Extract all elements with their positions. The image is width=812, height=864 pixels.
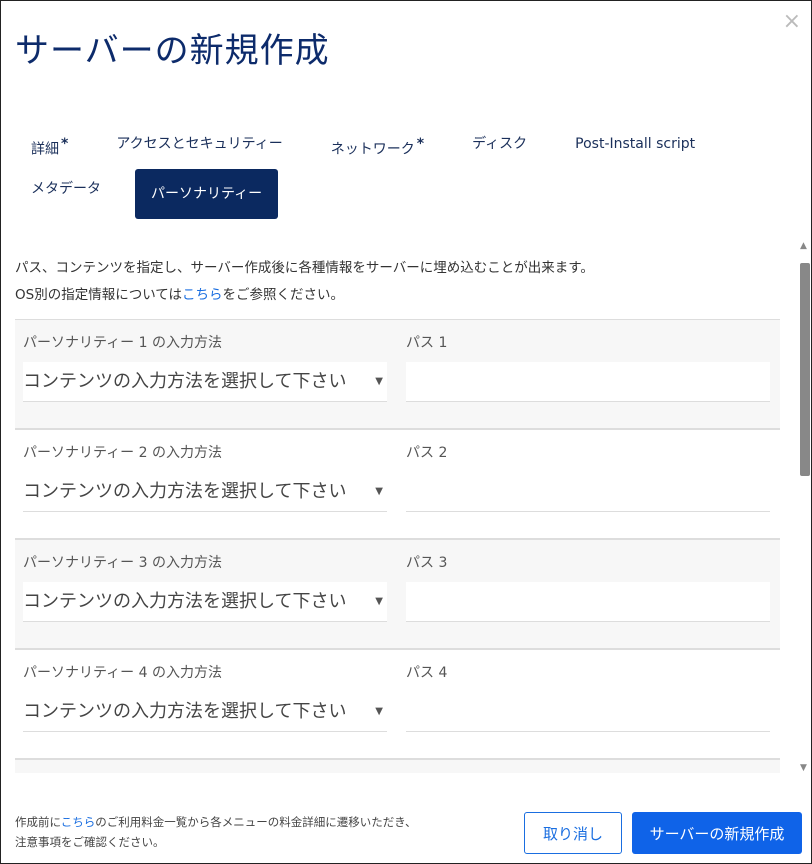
- dropdown-arrow-icon: ▼: [375, 486, 383, 497]
- dropdown-arrow-icon: ▼: [375, 376, 383, 387]
- scrollbar-thumb[interactable]: [800, 263, 810, 476]
- select-value: コンテンツの入力方法を選択して下さい: [23, 481, 347, 502]
- path-input[interactable]: [406, 582, 770, 622]
- personality-panel: パス、コンテンツを指定し、サーバー作成後に各種情報をサーバーに埋め込むことが出来…: [1, 241, 812, 773]
- select-value: コンテンツの入力方法を選択して下さい: [23, 371, 347, 392]
- content-method-select[interactable]: コンテンツの入力方法を選択して下さい ▼: [23, 582, 387, 622]
- tab-bar: 詳細 * アクセスとセキュリティー ネットワーク * ディスク Post-Insta…: [17, 129, 811, 219]
- tab-disk[interactable]: ディスク: [472, 129, 527, 159]
- tab-label: ネットワーク: [330, 141, 415, 158]
- cancel-button[interactable]: 取り消し: [524, 812, 622, 854]
- description-line: OS別の指定情報についてはこちらをご参照ください。: [15, 282, 594, 309]
- content-method-select[interactable]: コンテンツの入力方法を選択して下さい ▼: [23, 472, 387, 512]
- close-icon[interactable]: ×: [783, 9, 801, 34]
- dropdown-arrow-icon: ▼: [375, 596, 383, 607]
- note-line: 注意事項をご確認ください。: [15, 835, 165, 849]
- content-method-select[interactable]: コンテンツの入力方法を選択して下さい ▼: [23, 362, 387, 402]
- personality-row: パーソナリティー 4 の入力方法 パス 4 コンテンツの入力方法を選択して下さい…: [15, 649, 780, 760]
- tab-personality[interactable]: パーソナリティー: [135, 169, 279, 219]
- text: のご利用料金一覧から各メニューの料金詳細に遷移いただき、: [95, 815, 417, 829]
- select-value: コンテンツの入力方法を選択して下さい: [23, 701, 347, 722]
- required-marker: *: [416, 136, 425, 152]
- tab-post-install-script[interactable]: Post-Install script: [575, 129, 695, 159]
- path-label: パス 1: [406, 335, 448, 351]
- personality-row: パーソナリティー 2 の入力方法 パス 2 コンテンツの入力方法を選択して下さい…: [15, 429, 780, 540]
- method-label: パーソナリティー 2 の入力方法: [23, 445, 222, 461]
- path-label: パス 2: [406, 445, 448, 461]
- select-value: コンテンツの入力方法を選択して下さい: [23, 591, 347, 612]
- pricing-link[interactable]: こちら: [61, 815, 96, 829]
- text: OS別の指定情報については: [15, 287, 183, 303]
- path-input[interactable]: [406, 362, 770, 402]
- method-label: パーソナリティー 4 の入力方法: [23, 665, 222, 681]
- text: 作成前に: [15, 815, 61, 829]
- tab-metadata[interactable]: メタデータ: [31, 174, 101, 204]
- tab-details[interactable]: 詳細 *: [31, 129, 68, 159]
- os-info-link[interactable]: こちら: [182, 287, 223, 303]
- personality-row: パーソナリティー 1 の入力方法 パス 1 コンテンツの入力方法を選択して下さい…: [15, 319, 780, 430]
- tab-network[interactable]: ネットワーク *: [331, 129, 424, 159]
- dropdown-arrow-icon: ▼: [375, 706, 383, 717]
- content-method-select[interactable]: コンテンツの入力方法を選択して下さい ▼: [23, 692, 387, 732]
- personality-row: パーソナリティー 3 の入力方法 パス 3 コンテンツの入力方法を選択して下さい…: [15, 539, 780, 650]
- dialog-title: サーバーの新規作成: [15, 31, 330, 71]
- pricing-note: 作成前にこちらのご利用料金一覧から各メニューの料金詳細に遷移いただき、 注意事項…: [15, 812, 416, 852]
- path-label: パス 4: [406, 665, 448, 681]
- required-marker: *: [61, 136, 69, 152]
- path-label: パス 3: [406, 555, 448, 571]
- text: をご参照ください。: [222, 287, 345, 303]
- personality-rows: パーソナリティー 1 の入力方法 パス 1 コンテンツの入力方法を選択して下さい…: [15, 319, 780, 773]
- path-input[interactable]: [406, 692, 770, 732]
- method-label: パーソナリティー 3 の入力方法: [23, 555, 222, 571]
- description: パス、コンテンツを指定し、サーバー作成後に各種情報をサーバーに埋め込むことが出来…: [15, 255, 594, 309]
- note-line: 作成前にこちらのご利用料金一覧から各メニューの料金詳細に遷移いただき、: [15, 812, 416, 832]
- tab-access-security[interactable]: アクセスとセキュリティー: [116, 129, 282, 159]
- personality-row: [15, 759, 780, 773]
- scroll-up-icon[interactable]: ▲: [800, 241, 807, 251]
- create-server-button[interactable]: サーバーの新規作成: [632, 812, 802, 854]
- path-input[interactable]: [406, 472, 770, 512]
- tab-label: 詳細: [31, 141, 59, 158]
- scroll-down-icon[interactable]: ▼: [800, 763, 807, 773]
- scrollbar[interactable]: ▲ ▼: [799, 241, 811, 773]
- description-line: パス、コンテンツを指定し、サーバー作成後に各種情報をサーバーに埋め込むことが出来…: [15, 260, 594, 276]
- method-label: パーソナリティー 1 の入力方法: [23, 335, 222, 351]
